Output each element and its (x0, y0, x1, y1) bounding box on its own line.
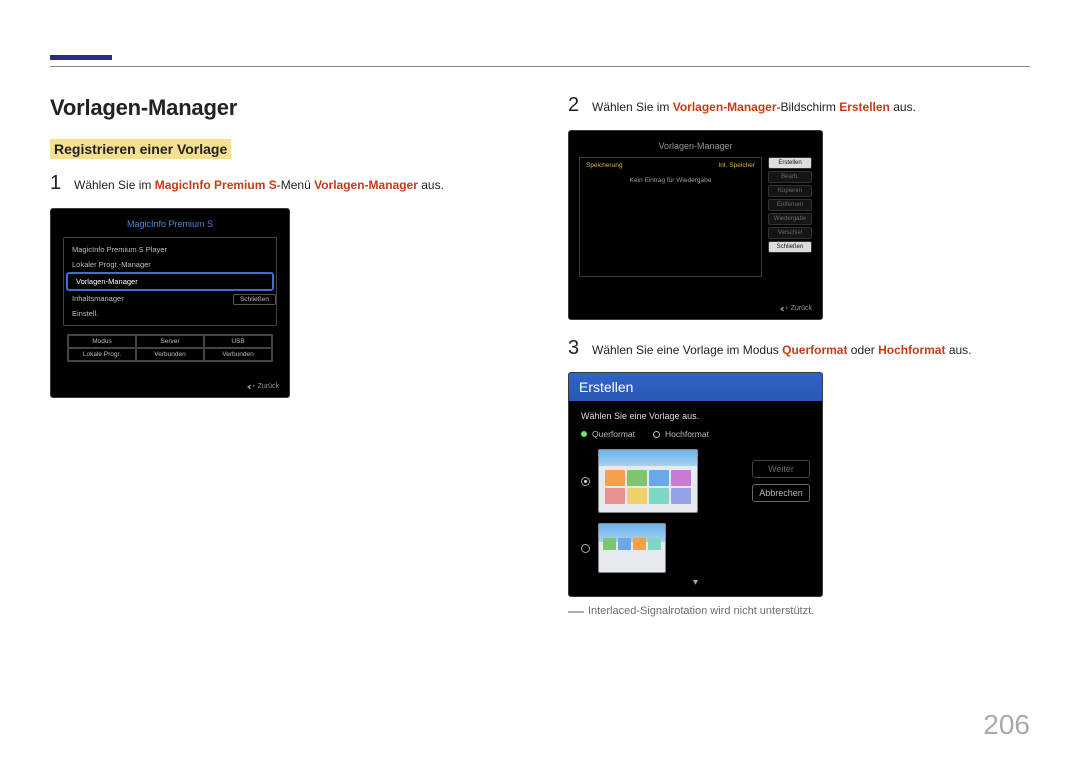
screenshot-template-manager: Vorlagen-Manager Speicherung Int. Speich… (568, 130, 823, 320)
template-radio[interactable] (581, 477, 590, 486)
step-text: Wählen Sie eine Vorlage im Modus Querfor… (592, 338, 972, 359)
menu-item[interactable]: Inhaltsmanager (64, 291, 233, 306)
tab-portrait[interactable]: Hochformat (653, 429, 709, 439)
grid-cell: Verbunden (204, 348, 272, 361)
page-number: 206 (983, 709, 1030, 741)
back-hint: Zurück (780, 305, 812, 313)
cancel-button[interactable]: Abbrechen (752, 484, 810, 502)
inactive-ring-icon (653, 431, 660, 438)
storage-value: Int. Speicher (719, 162, 756, 169)
step-3: 3 Wählen Sie eine Vorlage im Modus Querf… (568, 338, 1030, 359)
grid-cell: Verbunden (136, 348, 204, 361)
copy-button[interactable]: Kopieren (768, 185, 812, 197)
dialog-prompt: Wählen Sie eine Vorlage aus. (581, 411, 810, 421)
step-2: 2 Wählen Sie im Vorlagen-Manager-Bildsch… (568, 95, 1030, 116)
grid-cell: Modus (68, 335, 136, 348)
menu-list: MagicInfo Premium S Player Lokaler Progr… (63, 237, 277, 326)
side-actions: Erstellen Bearb. Kopieren Entfernen Wied… (768, 157, 812, 277)
remove-button[interactable]: Entfernen (768, 199, 812, 211)
screen-title: Vorlagen-Manager (579, 141, 812, 151)
return-icon (780, 305, 788, 313)
page-title: Vorlagen-Manager (50, 95, 512, 121)
edit-button[interactable]: Bearb. (768, 171, 812, 183)
next-button[interactable]: Weiter (752, 460, 810, 478)
step-1: 1 Wählen Sie im MagicInfo Premium S-Menü… (50, 173, 512, 194)
scroll-down-icon[interactable]: ▾ (581, 577, 810, 588)
dash-icon: ― (568, 605, 584, 619)
step-number: 2 (568, 95, 580, 115)
grid-cell: Server (136, 335, 204, 348)
menu-item[interactable]: Einstell. (64, 306, 276, 321)
create-button[interactable]: Erstellen (768, 157, 812, 169)
return-icon (247, 383, 255, 391)
storage-label: Speicherung (586, 162, 623, 169)
grid-cell: USB (204, 335, 272, 348)
move-button[interactable]: Verschiel (768, 227, 812, 239)
step-text: Wählen Sie im MagicInfo Premium S-Menü V… (74, 173, 444, 194)
step-text: Wählen Sie im Vorlagen-Manager-Bildschir… (592, 95, 916, 116)
tab-landscape[interactable]: Querformat (581, 429, 635, 439)
step-number: 3 (568, 338, 580, 358)
template-thumbnail[interactable] (598, 523, 666, 573)
orientation-tabs: Querformat Hochformat (581, 429, 810, 439)
content-panel: Speicherung Int. Speicher Kein Eintrag f… (579, 157, 762, 277)
screenshot-create: Erstellen Wählen Sie eine Vorlage aus. Q… (568, 372, 823, 597)
play-button[interactable]: Wiedergabe (768, 213, 812, 225)
menu-item[interactable]: Lokaler Progr.-Manager (64, 257, 276, 272)
menu-item-selected[interactable]: Vorlagen-Manager (66, 272, 274, 291)
back-hint: Zurück (247, 383, 279, 391)
close-chip[interactable]: Schließen (233, 294, 276, 305)
close-button[interactable]: Schließen (768, 241, 812, 253)
screen-title: MagicInfo Premium S (61, 219, 279, 229)
active-dot-icon (581, 431, 587, 437)
horizontal-rule (50, 66, 1030, 67)
chapter-marker (50, 55, 112, 60)
dialog-header: Erstellen (569, 373, 822, 401)
grid-cell: Lokale Progr. (68, 348, 136, 361)
empty-message: Kein Eintrag für Wiedergabe (586, 177, 755, 184)
template-radio[interactable] (581, 544, 590, 553)
section-label: Registrieren einer Vorlage (50, 139, 231, 159)
template-thumbnail[interactable] (598, 449, 698, 513)
menu-item[interactable]: MagicInfo Premium S Player (64, 242, 276, 257)
step-number: 1 (50, 173, 62, 193)
status-grid: Modus Server USB Lokale Progr. Verbunden… (67, 334, 273, 362)
footnote: ― Interlaced-Signalrotation wird nicht u… (568, 605, 1030, 619)
screenshot-menu: MagicInfo Premium S MagicInfo Premium S … (50, 208, 290, 398)
